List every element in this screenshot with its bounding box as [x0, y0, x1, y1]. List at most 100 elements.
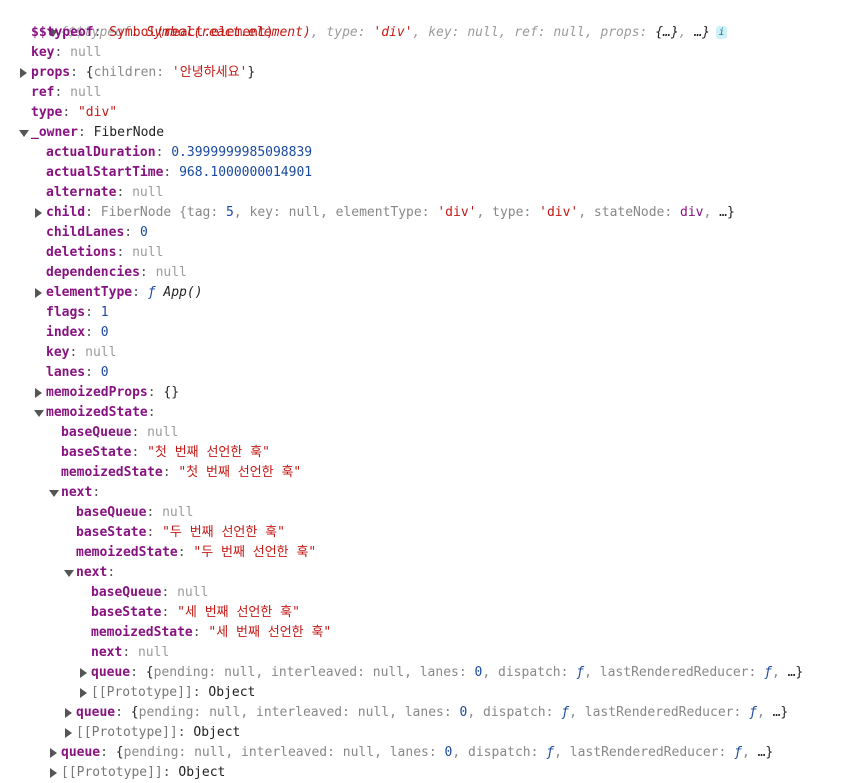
property-row: lanes: 0	[0, 363, 868, 383]
root-object-row[interactable]: {$$typeof: Symbol(react.element), type: …	[0, 3, 868, 40]
key-separator: :	[85, 205, 101, 220]
key-separator: :	[92, 485, 108, 500]
collapse-triangle-icon[interactable]	[17, 123, 31, 143]
property-row[interactable]: queue: {pending: null, interleaved: null…	[0, 703, 868, 723]
expand-triangle-icon[interactable]	[32, 283, 46, 303]
property-key: index	[46, 325, 86, 340]
property-row[interactable]: memoizedState:	[0, 403, 868, 423]
property-value: Object	[208, 685, 256, 700]
property-row[interactable]: _owner: FiberNode	[0, 123, 868, 143]
property-key: $$typeof	[31, 25, 94, 40]
preview-token: ƒ	[147, 285, 164, 300]
preview-token: div	[680, 205, 704, 220]
expand-triangle-icon[interactable]	[32, 383, 46, 403]
property-value: "세 번째 선언한 훅"	[177, 605, 300, 620]
collapse-triangle-icon[interactable]	[62, 563, 76, 583]
collapse-triangle-icon[interactable]	[32, 403, 46, 423]
property-value: Object	[193, 725, 241, 740]
preview-token: , stateNode:	[578, 205, 681, 220]
property-key: props	[31, 65, 71, 80]
value-preview: {children: '안녕하세요'}	[86, 65, 255, 80]
key-separator: :	[69, 345, 86, 360]
property-key: baseQueue	[91, 585, 162, 600]
key-separator: :	[85, 325, 101, 340]
expand-triangle-icon[interactable]	[17, 63, 31, 83]
preview-token: , lastRenderedReducer:	[584, 665, 765, 680]
property-rows: $$typeof: Symbol(react.element) key: null…	[0, 23, 868, 783]
property-key: baseQueue	[61, 425, 132, 440]
key-separator: :	[192, 625, 209, 640]
property-row[interactable]: next:	[0, 563, 868, 583]
preview-token: {	[130, 705, 139, 720]
property-value: "첫 번째 선언한 훅"	[147, 445, 270, 460]
preview-token: pending: null, interleaved: null, lanes:	[153, 665, 475, 680]
property-value: "세 번째 선언한 훅"	[208, 625, 332, 640]
property-row[interactable]: queue: {pending: null, interleaved: null…	[0, 663, 868, 683]
property-key: actualDuration	[46, 145, 156, 160]
property-key: alternate	[46, 185, 117, 200]
expand-triangle-icon[interactable]	[47, 743, 61, 763]
preview-token: FiberNode {tag:	[100, 205, 227, 220]
expand-triangle-icon[interactable]	[32, 203, 46, 223]
key-separator: :	[162, 765, 179, 780]
preview-token: }	[247, 65, 256, 80]
property-row: childLanes: 0	[0, 223, 868, 243]
key-separator: :	[192, 685, 209, 700]
key-separator: :	[70, 65, 86, 80]
property-row[interactable]: elementType: ƒ App()	[0, 283, 868, 303]
collapse-triangle-icon[interactable]	[47, 483, 61, 503]
property-value: "두 번째 선언한 훅"	[193, 545, 317, 560]
expand-triangle-icon[interactable]	[62, 703, 76, 723]
expand-triangle-icon[interactable]	[62, 723, 76, 743]
property-value: 0	[100, 365, 109, 380]
property-key: memoizedProps	[46, 385, 148, 400]
property-key: key	[46, 345, 70, 360]
property-value: 0	[100, 325, 109, 340]
property-key: [[Prototype]]	[76, 725, 178, 740]
key-separator: :	[146, 525, 163, 540]
property-row: baseQueue: null	[0, 503, 868, 523]
property-value: null	[70, 45, 102, 60]
property-value: null	[162, 505, 194, 520]
key-separator: :	[147, 385, 164, 400]
key-separator: :	[85, 365, 101, 380]
preview-token: App()	[163, 285, 203, 300]
property-key: queue	[76, 705, 116, 720]
property-row: alternate: null	[0, 183, 868, 203]
property-row[interactable]: child: FiberNode {tag: 5, key: null, ele…	[0, 203, 868, 223]
property-value: null	[177, 585, 209, 600]
expand-triangle-icon[interactable]	[77, 683, 91, 703]
property-value: 1	[100, 305, 109, 320]
preview-token: ƒ	[734, 745, 742, 760]
property-row[interactable]: [[Prototype]]: Object	[0, 723, 868, 743]
key-separator: :	[85, 305, 101, 320]
property-row[interactable]: queue: {pending: null, interleaved: null…	[0, 743, 868, 763]
property-key: queue	[61, 745, 101, 760]
property-value: null	[70, 85, 102, 100]
property-row[interactable]: memoizedProps: {}	[0, 383, 868, 403]
key-separator: :	[177, 725, 194, 740]
property-row[interactable]: props: {children: '안녕하세요'}	[0, 63, 868, 83]
key-separator: :	[177, 545, 194, 560]
preview-token: , lastRenderedReducer:	[569, 705, 750, 720]
property-key: baseState	[61, 445, 132, 460]
value-preview: {pending: null, interleaved: null, lanes…	[131, 705, 788, 720]
value-preview: FiberNode {tag: 5, key: null, elementTyp…	[101, 205, 735, 220]
expand-triangle-icon[interactable]	[77, 663, 91, 683]
preview-token: …}	[757, 745, 774, 760]
property-row[interactable]: [[Prototype]]: Object	[0, 683, 868, 703]
preview-token: ƒ	[561, 705, 570, 720]
preview-token: {	[115, 745, 124, 760]
property-row[interactable]: [[Prototype]]: Object	[0, 763, 868, 783]
key-separator: :	[62, 105, 78, 120]
key-separator: :	[155, 145, 172, 160]
property-row: memoizedState: "두 번째 선언한 훅"	[0, 543, 868, 563]
property-value: FiberNode	[93, 125, 165, 140]
property-key: dependencies	[46, 265, 140, 280]
property-row[interactable]: next:	[0, 483, 868, 503]
property-row: baseState: "두 번째 선언한 훅"	[0, 523, 868, 543]
key-separator: :	[146, 505, 163, 520]
property-key: memoizedState	[91, 625, 193, 640]
expand-triangle-icon[interactable]	[47, 763, 61, 783]
property-key: [[Prototype]]	[91, 685, 193, 700]
